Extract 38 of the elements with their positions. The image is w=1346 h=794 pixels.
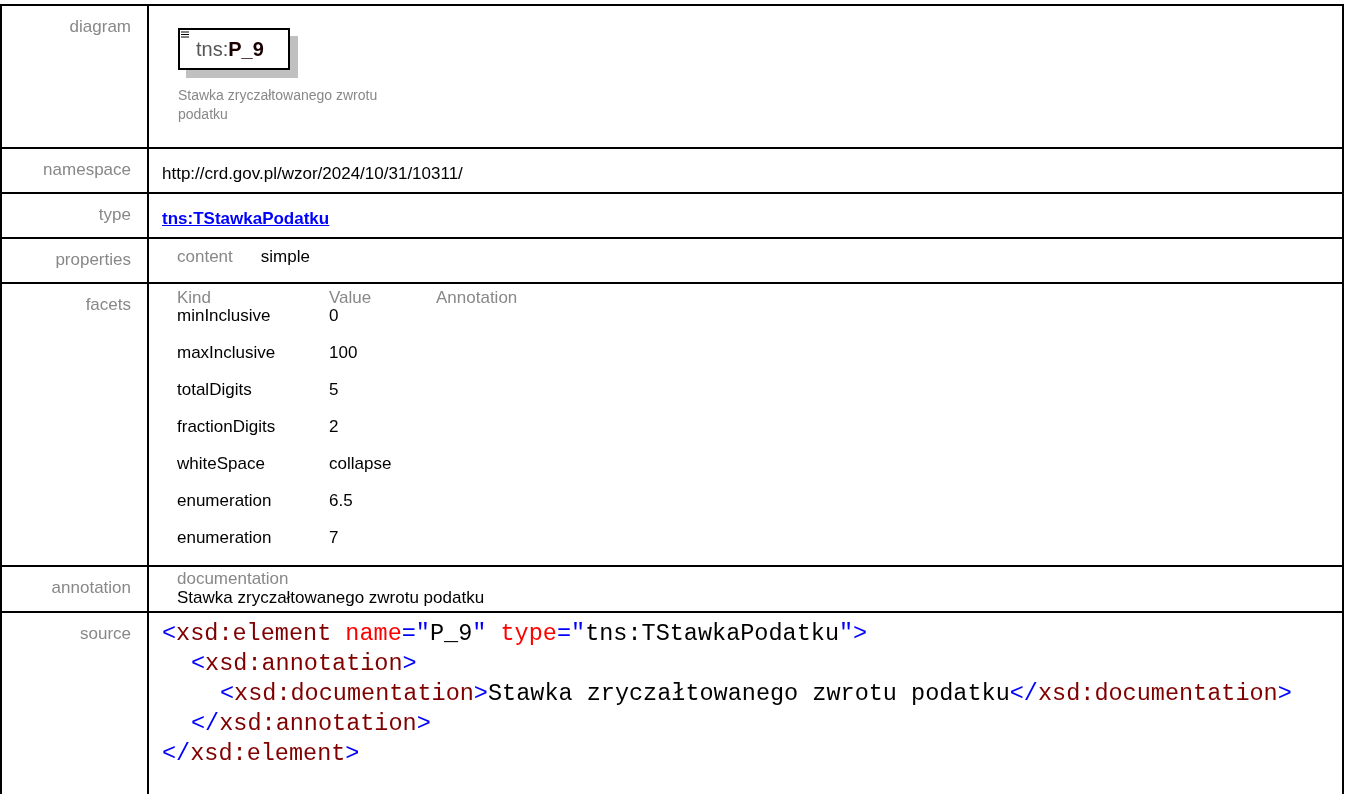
row-label: namespace [43, 160, 131, 179]
annotation-heading: documentation [177, 569, 290, 588]
facet-kind: enumeration [177, 492, 273, 510]
facet-value: 0 [329, 307, 339, 325]
facet-kind: enumeration [177, 529, 273, 547]
list-icon [181, 31, 189, 38]
facet-kind: totalDigits [177, 381, 253, 399]
code-line: </xsd:element> [162, 739, 361, 769]
element-caption: Stawka zryczałtowanego zwrotu podatku [178, 86, 378, 124]
row-label: source [79, 624, 131, 643]
property-key: content [177, 244, 233, 270]
property-value: simple [260, 246, 310, 268]
facet-value: collapse [329, 455, 392, 473]
facet-kind: maxInclusive [177, 344, 277, 362]
row-label: facets [85, 295, 131, 314]
facet-value: 5 [329, 381, 339, 399]
facet-value: 6.5 [329, 492, 353, 510]
facet-column-header: Annotation [436, 289, 518, 307]
facet-column-header: Value [329, 289, 373, 307]
code-line: </xsd:annotation> [191, 709, 432, 739]
code-line: <xsd:documentation>Stawka zryczałtowanego zwrotu podatku</xsd:documentation> [220, 679, 1293, 709]
type-link[interactable]: tns:TStawkaPodatku [162, 206, 330, 232]
row-label: properties [55, 250, 131, 269]
code-line: <xsd:annotation> [191, 649, 418, 679]
facet-kind: fractionDigits [177, 418, 277, 436]
facet-kind: minInclusive [177, 307, 272, 325]
annotation-text: Stawka zryczałtowanego zwrotu podatku [177, 588, 486, 607]
row-label: annotation [51, 578, 131, 597]
facet-value: 100 [329, 344, 358, 362]
facet-value: 2 [329, 418, 339, 436]
code-line: <xsd:element name="P_9" type="tns:TStawkaPodatku"> [162, 619, 869, 649]
row-label: diagram [69, 17, 131, 36]
facet-value: 7 [329, 529, 339, 547]
element-node: tns:P_9 [178, 28, 290, 70]
namespace-value: http://crd.gov.pl/wzor/2024/10/31/10311/ [162, 163, 464, 185]
row-label: type [98, 205, 131, 224]
facet-column-header: Kind [177, 289, 213, 307]
facet-kind: whiteSpace [177, 455, 266, 473]
